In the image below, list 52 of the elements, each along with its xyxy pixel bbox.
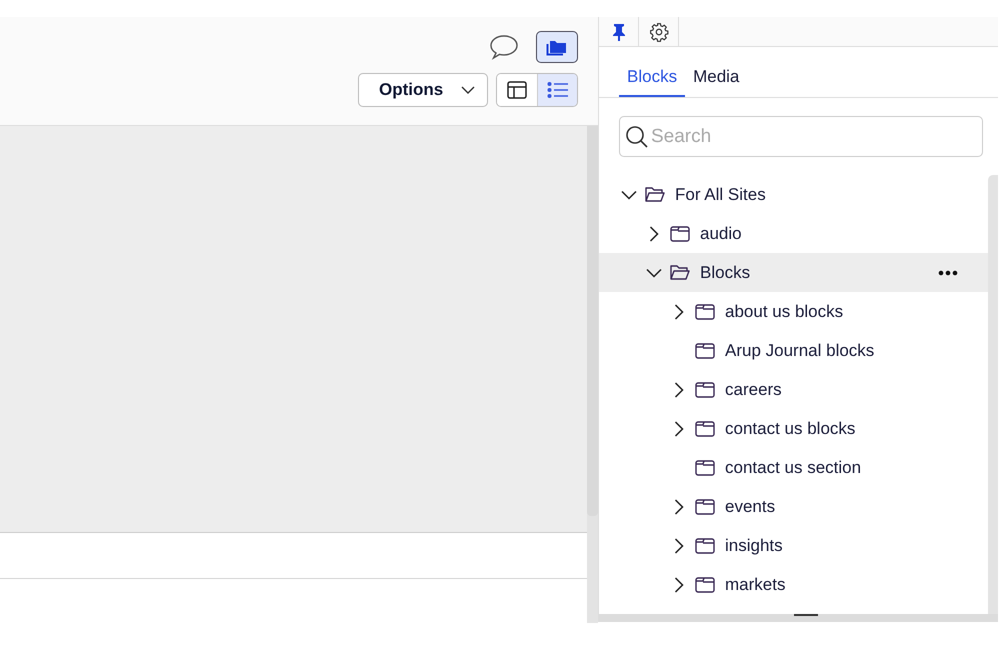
tree-item[interactable]: events bbox=[599, 487, 988, 526]
layout-icon bbox=[507, 81, 527, 99]
item-label: about us blocks bbox=[725, 300, 844, 323]
folder-icon bbox=[695, 576, 715, 593]
item-label: contact us blocks bbox=[725, 418, 856, 440]
folder-icon bbox=[695, 459, 715, 476]
item-label: events bbox=[725, 496, 776, 518]
open-folder-icon bbox=[670, 264, 690, 281]
tree-item[interactable]: For All Sites bbox=[599, 175, 988, 214]
folder-icon bbox=[546, 38, 568, 56]
list-view-button[interactable] bbox=[537, 74, 577, 106]
list-icon bbox=[546, 81, 568, 99]
item-label: Arup Journal blocks bbox=[725, 340, 874, 362]
tree-item[interactable]: audio bbox=[599, 214, 988, 253]
chevron-down-icon bbox=[461, 86, 475, 94]
item-label: contact us section bbox=[725, 456, 862, 479]
search-icon bbox=[625, 125, 649, 149]
item-label: Blocks bbox=[700, 262, 750, 284]
folder-icon bbox=[695, 420, 715, 437]
tree-item[interactable]: contact us blocks bbox=[599, 409, 988, 448]
tree-item[interactable]: Arup Journal blocks bbox=[599, 331, 988, 370]
settings-icon bbox=[648, 22, 668, 42]
folder-button[interactable] bbox=[536, 31, 578, 63]
tree-item[interactable]: careers bbox=[599, 370, 988, 409]
folder-icon bbox=[670, 225, 690, 242]
more-icon[interactable] bbox=[938, 270, 958, 276]
folder-icon bbox=[695, 381, 715, 398]
layout-view-button[interactable] bbox=[497, 74, 537, 106]
tree-item[interactable]: Blocks bbox=[599, 253, 988, 292]
item-label: insights bbox=[725, 534, 783, 557]
pin-icon bbox=[612, 22, 626, 40]
search-field[interactable]: Search bbox=[619, 116, 983, 157]
folder-icon bbox=[695, 537, 715, 554]
folder-icon bbox=[695, 303, 715, 320]
tree-item[interactable]: markets bbox=[599, 565, 988, 604]
panel-tab[interactable]: Blocks bbox=[619, 64, 686, 97]
item-label: markets bbox=[725, 574, 786, 596]
open-folder-icon bbox=[645, 186, 665, 203]
item-label: careers bbox=[725, 378, 782, 401]
folder-icon bbox=[695, 342, 715, 359]
scrollbar[interactable] bbox=[988, 175, 998, 614]
item-label: audio bbox=[700, 222, 742, 245]
tree-item[interactable]: contact us section bbox=[599, 448, 988, 487]
panel-tab[interactable]: Media bbox=[685, 64, 748, 97]
options-dropdown[interactable]: Options bbox=[358, 73, 488, 107]
scrollbar[interactable] bbox=[599, 614, 998, 622]
tree-item[interactable]: about us blocks bbox=[599, 292, 988, 331]
comment-icon[interactable] bbox=[488, 33, 520, 61]
tree-item[interactable]: insights bbox=[599, 526, 988, 565]
scrollbar[interactable] bbox=[587, 126, 598, 623]
item-label: For All Sites bbox=[675, 184, 766, 206]
folder-icon bbox=[695, 498, 715, 515]
